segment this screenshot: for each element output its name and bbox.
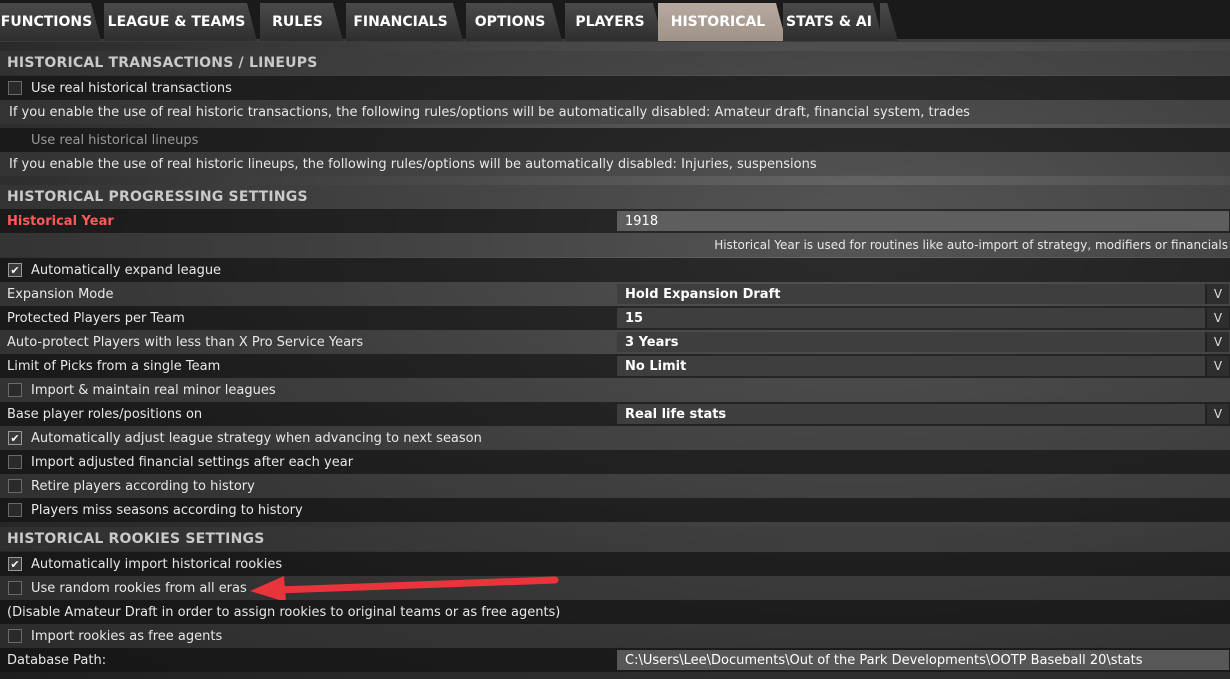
section-header-progressing: HISTORICAL PROGRESSING SETTINGS	[0, 185, 1230, 209]
checkbox-label: Players miss seasons according to histor…	[31, 502, 303, 518]
lineups-note-row: If you enable the use of real historic l…	[0, 152, 1230, 176]
tab-options[interactable]: OPTIONS	[466, 3, 562, 41]
tab-label: STATS & AI	[786, 14, 872, 30]
database-path-input[interactable]: C:\Users\Lee\Documents\Out of the Park D…	[617, 650, 1229, 670]
historical-year-row: Historical Year 1918	[0, 209, 1230, 233]
random-rookies-row[interactable]: Use random rookies from all eras	[0, 576, 1230, 600]
chevron-down-icon[interactable]: V	[1205, 332, 1229, 352]
tab-label: LEAGUE & TEAMS	[107, 14, 246, 30]
checkbox-label: Automatically adjust league strategy whe…	[31, 430, 482, 446]
base-roles-row: Base player roles/positions on Real life…	[0, 402, 1230, 426]
annotation-arrow-icon	[250, 576, 559, 600]
auto-expand-checkbox[interactable]: ✔	[8, 263, 22, 277]
retire-players-row[interactable]: Retire players according to history	[0, 474, 1230, 498]
tab-functions[interactable]: FUNCTIONS	[0, 3, 101, 41]
protected-players-label: Protected Players per Team	[7, 310, 185, 326]
import-free-agents-checkbox[interactable]	[8, 629, 22, 643]
tab-bar: FUNCTIONS LEAGUE & TEAMS RULES FINANCIAL…	[0, 0, 1230, 42]
tab-label: FINANCIALS	[353, 14, 448, 30]
tab-label: RULES	[272, 14, 323, 30]
import-free-agents-row[interactable]: Import rookies as free agents	[0, 624, 1230, 648]
checkbox-label: Use random rookies from all eras	[31, 580, 247, 596]
database-path-row: Database Path: C:\Users\Lee\Documents\Ou…	[0, 648, 1230, 672]
transactions-note: If you enable the use of real historic t…	[9, 104, 970, 120]
use-real-transactions-checkbox[interactable]	[8, 81, 22, 95]
historical-year-label: Historical Year	[7, 213, 114, 229]
tab-label: OPTIONS	[474, 14, 546, 30]
section-header-transactions: HISTORICAL TRANSACTIONS / LINEUPS	[0, 51, 1230, 75]
expansion-mode-row: Expansion Mode Hold Expansion Draft V	[0, 282, 1230, 306]
checkbox-label: Use real historical transactions	[31, 80, 232, 96]
miss-seasons-checkbox[interactable]	[8, 503, 22, 517]
select-value: 15	[625, 310, 644, 326]
historical-settings-panel: HISTORICAL TRANSACTIONS / LINEUPS Use re…	[0, 45, 1230, 679]
section-title: HISTORICAL TRANSACTIONS / LINEUPS	[7, 55, 318, 71]
adjust-strategy-checkbox[interactable]: ✔	[8, 431, 22, 445]
import-financial-row[interactable]: Import adjusted financial settings after…	[0, 450, 1230, 474]
import-minor-checkbox[interactable]	[8, 383, 22, 397]
lineups-note: If you enable the use of real historic l…	[9, 156, 817, 172]
field-value: 1918	[625, 213, 659, 229]
limit-picks-row: Limit of Picks from a single Team No Lim…	[0, 354, 1230, 378]
chevron-down-icon[interactable]: V	[1205, 284, 1229, 304]
protected-players-row: Protected Players per Team 15 V	[0, 306, 1230, 330]
checkbox-label: Import adjusted financial settings after…	[31, 454, 354, 470]
checkbox-label: Retire players according to history	[31, 478, 255, 494]
tab-financials[interactable]: FINANCIALS	[346, 3, 463, 41]
section-title: HISTORICAL ROOKIES SETTINGS	[7, 531, 265, 547]
base-roles-select[interactable]: Real life stats V	[617, 404, 1229, 424]
draft-note: (Disable Amateur Draft in order to assig…	[7, 604, 561, 620]
database-path-label: Database Path:	[7, 652, 107, 668]
transactions-note-row: If you enable the use of real historic t…	[0, 100, 1230, 124]
auto-import-rookies-checkbox[interactable]: ✔	[8, 557, 22, 571]
checkbox-label: Automatically expand league	[31, 262, 222, 278]
limit-picks-select[interactable]: No Limit V	[617, 356, 1229, 376]
historical-year-help-row: Historical Year is used for routines lik…	[0, 233, 1230, 257]
retire-players-checkbox[interactable]	[8, 479, 22, 493]
expansion-mode-label: Expansion Mode	[7, 286, 114, 302]
select-value: 3 Years	[625, 334, 679, 350]
historical-year-input[interactable]: 1918	[617, 211, 1229, 231]
checkbox-label: Use real historical lineups	[31, 132, 199, 148]
historical-year-help: Historical Year is used for routines lik…	[714, 238, 1228, 252]
tab-label: HISTORICAL	[670, 14, 766, 30]
select-value: Hold Expansion Draft	[625, 286, 781, 302]
section-header-rookies: HISTORICAL ROOKIES SETTINGS	[0, 527, 1230, 551]
miss-seasons-row[interactable]: Players miss seasons according to histor…	[0, 498, 1230, 522]
use-real-transactions-row[interactable]: Use real historical transactions	[0, 76, 1230, 100]
base-roles-label: Base player roles/positions on	[7, 406, 203, 422]
select-value: No Limit	[625, 358, 687, 374]
tab-players[interactable]: PLAYERS	[565, 3, 663, 41]
checkbox-label: Import rookies as free agents	[31, 628, 223, 644]
auto-protect-row: Auto-protect Players with less than X Pr…	[0, 330, 1230, 354]
chevron-down-icon[interactable]: V	[1205, 356, 1229, 376]
draft-note-row: (Disable Amateur Draft in order to assig…	[0, 600, 1230, 624]
tab-historical[interactable]: HISTORICAL	[658, 3, 786, 41]
expansion-mode-select[interactable]: Hold Expansion Draft V	[617, 284, 1229, 304]
use-real-lineups-row: Use real historical lineups	[0, 128, 1230, 152]
tab-bar-tail	[880, 3, 898, 41]
tab-label: FUNCTIONS	[0, 14, 93, 30]
auto-import-rookies-row[interactable]: ✔ Automatically import historical rookie…	[0, 552, 1230, 576]
protected-players-select[interactable]: 15 V	[617, 308, 1229, 328]
import-minor-row[interactable]: Import & maintain real minor leagues	[0, 378, 1230, 402]
import-financial-checkbox[interactable]	[8, 455, 22, 469]
auto-expand-row[interactable]: ✔ Automatically expand league	[0, 258, 1230, 282]
tab-label: PLAYERS	[575, 14, 645, 30]
checkbox-label: Automatically import historical rookies	[31, 556, 283, 572]
random-rookies-checkbox[interactable]	[8, 581, 22, 595]
limit-picks-label: Limit of Picks from a single Team	[7, 358, 221, 374]
select-value: Real life stats	[625, 406, 727, 422]
chevron-down-icon[interactable]: V	[1205, 404, 1229, 424]
adjust-strategy-row[interactable]: ✔ Automatically adjust league strategy w…	[0, 426, 1230, 450]
chevron-down-icon[interactable]: V	[1205, 308, 1229, 328]
section-title: HISTORICAL PROGRESSING SETTINGS	[7, 189, 308, 205]
field-value: C:\Users\Lee\Documents\Out of the Park D…	[625, 652, 1143, 668]
checkbox-label: Import & maintain real minor leagues	[31, 382, 276, 398]
auto-protect-select[interactable]: 3 Years V	[617, 332, 1229, 352]
tab-league-teams[interactable]: LEAGUE & TEAMS	[104, 3, 257, 41]
tab-rules[interactable]: RULES	[260, 3, 343, 41]
tab-stats-ai[interactable]: STATS & AI	[783, 3, 883, 41]
auto-protect-label: Auto-protect Players with less than X Pr…	[7, 334, 364, 350]
